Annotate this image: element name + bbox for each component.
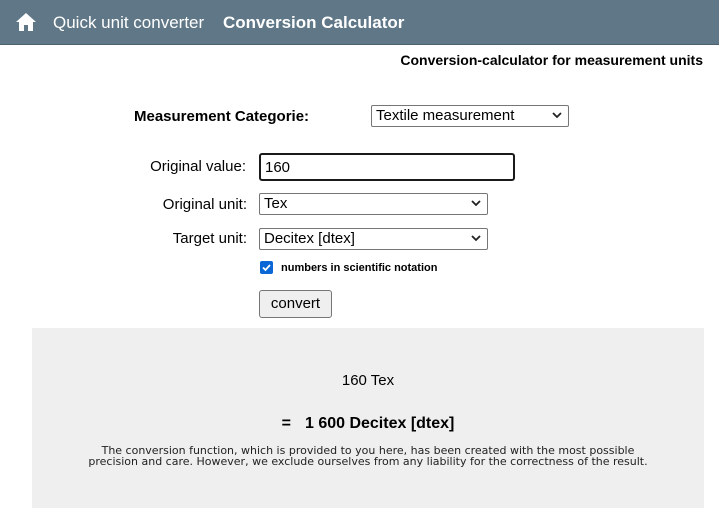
original-value-label: Original value: [150, 158, 246, 175]
checkmark-icon [262, 264, 271, 272]
category-select[interactable]: Textile measurement [371, 105, 569, 127]
original-unit-select[interactable]: Tex [259, 193, 488, 215]
result-panel: 160 Tex = 1 600 Decitex [dtex] The conver… [32, 328, 704, 508]
category-label: Measurement Categorie: [134, 108, 310, 125]
scientific-notation-checkbox[interactable] [260, 261, 273, 274]
chevron-down-icon [552, 112, 562, 119]
disclaimer-text: The conversion function, which is provid… [88, 444, 648, 468]
target-unit-select[interactable]: Decitex [dtex] [259, 228, 488, 250]
result-input-echo: 160 Tex [341, 372, 395, 389]
nav-link-quick-unit-converter[interactable]: Quick unit converter [53, 13, 204, 33]
convert-button[interactable]: convert [259, 290, 332, 318]
nav-link-conversion-calculator[interactable]: Conversion Calculator [223, 13, 404, 33]
target-unit-label: Target unit: [172, 230, 247, 247]
target-unit-select-value: Decitex [dtex] [264, 230, 355, 247]
original-value-input[interactable]: 160 [259, 153, 515, 181]
equals-sign: = [281, 415, 291, 432]
original-unit-label: Original unit: [162, 196, 247, 213]
scientific-notation-label[interactable]: numbers in scientific notation [281, 262, 437, 274]
top-navigation-bar: Quick unit converter Conversion Calculat… [0, 0, 719, 45]
result-output: 1 600 Decitex [dtex] [304, 415, 455, 432]
chevron-down-icon [471, 235, 481, 242]
home-icon[interactable] [14, 10, 38, 34]
page-subtitle: Conversion-calculator for measurement un… [400, 52, 703, 68]
category-select-value: Textile measurement [376, 107, 515, 124]
chevron-down-icon [471, 200, 481, 207]
original-unit-select-value: Tex [264, 195, 288, 212]
result-line: = 1 600 Decitex [dtex] [32, 415, 704, 433]
